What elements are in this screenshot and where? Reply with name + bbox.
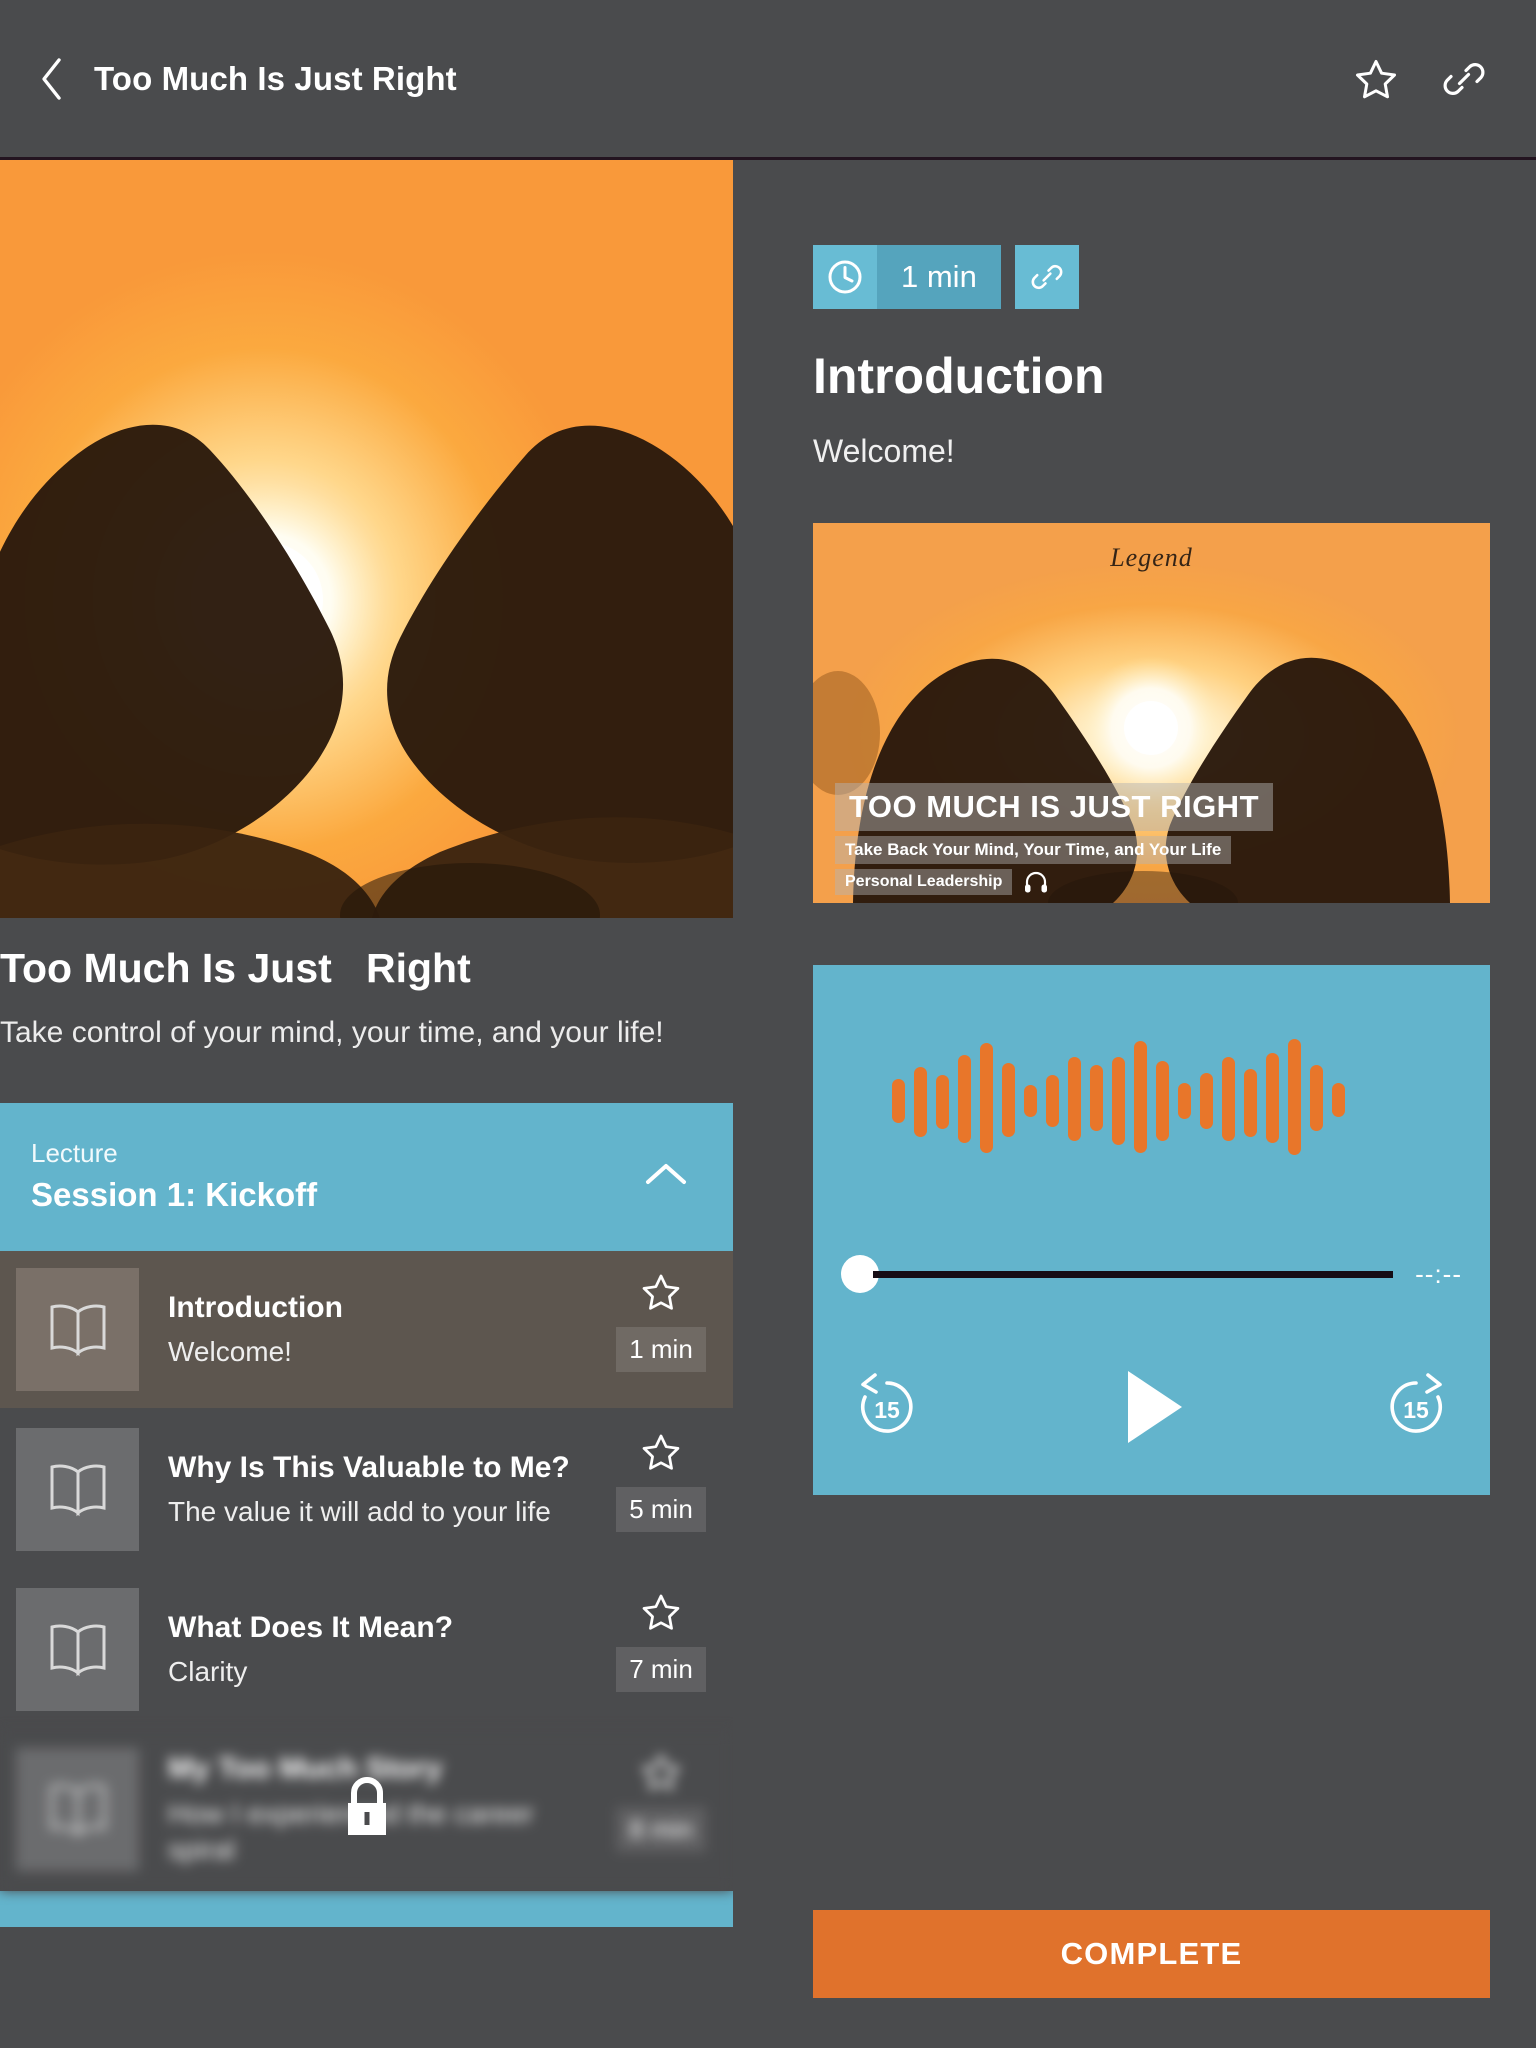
thumbnail-overlay-band: TOO MUCH IS JUST RIGHT Take Back Your Mi… bbox=[835, 783, 1490, 903]
audio-waveform-icon bbox=[813, 1027, 1490, 1167]
next-section-header-peek[interactable] bbox=[0, 1890, 733, 1927]
duration-badge: 5 min bbox=[616, 1486, 706, 1532]
svg-text:15: 15 bbox=[1403, 1397, 1429, 1423]
lesson-description: Welcome! bbox=[168, 1336, 292, 1368]
course-outline-panel[interactable]: Too Much Is Just Right Take control of y… bbox=[0, 160, 733, 2048]
list-item-text: What Does It Mean? Clarity bbox=[139, 1609, 611, 1691]
progress-track[interactable] bbox=[873, 1270, 1394, 1278]
course-subtitle: Take control of your mind, your time, an… bbox=[0, 1016, 664, 1050]
audio-player: --:-- 15 15 bbox=[813, 965, 1490, 1495]
book-icon bbox=[16, 1747, 139, 1871]
duration-badge: 7 min bbox=[616, 1646, 706, 1692]
content-area: Too Much Is Just Right Take control of y… bbox=[0, 160, 1536, 2048]
list-item-meta: 1 min bbox=[611, 1268, 711, 1391]
headphones-icon bbox=[1024, 871, 1048, 893]
star-icon[interactable] bbox=[639, 1748, 683, 1799]
duration-label: 1 min bbox=[877, 245, 1001, 309]
star-icon[interactable] bbox=[1352, 55, 1400, 103]
list-item[interactable]: What Does It Mean? Clarity 7 min bbox=[0, 1570, 733, 1731]
clock-icon bbox=[813, 245, 877, 309]
play-icon[interactable] bbox=[1114, 1365, 1190, 1454]
elapsed-time: --:-- bbox=[1415, 1258, 1462, 1289]
course-title: Too Much Is Just Right bbox=[0, 945, 471, 991]
section-kicker: Lecture bbox=[31, 1138, 118, 1169]
book-icon bbox=[16, 1587, 139, 1711]
top-bar-left-group: Too Much Is Just Right bbox=[0, 56, 1352, 102]
duration-badge: 8 min bbox=[616, 1806, 706, 1852]
lesson-list: Introduction Welcome! 1 min Why Is This … bbox=[0, 1250, 733, 1927]
audio-progress-row[interactable]: --:-- bbox=[813, 1255, 1490, 1293]
list-item-text: My Too Much Story How I experienced the … bbox=[139, 1750, 611, 1868]
lesson-title: My Too Much Story bbox=[168, 1752, 443, 1786]
top-app-bar: Too Much Is Just Right bbox=[0, 0, 1536, 157]
list-item-text: Introduction Welcome! bbox=[139, 1289, 611, 1371]
list-item-meta: 5 min bbox=[611, 1428, 711, 1551]
star-icon[interactable] bbox=[639, 1428, 683, 1479]
lesson-detail-panel: 1 min Introduction Welcome! Legend TOO M… bbox=[733, 160, 1536, 2048]
svg-text:15: 15 bbox=[874, 1397, 900, 1423]
course-hero-image bbox=[0, 160, 733, 918]
lesson-welcome-text: Welcome! bbox=[813, 433, 955, 469]
thumbnail-category: Personal Leadership bbox=[835, 869, 1013, 895]
replay-15-icon[interactable]: 15 bbox=[849, 1369, 925, 1450]
chevron-up-icon[interactable] bbox=[643, 1159, 689, 1194]
list-item[interactable]: Why Is This Valuable to Me? The value it… bbox=[0, 1410, 733, 1571]
lesson-meta-row: 1 min bbox=[733, 160, 1536, 309]
link-icon[interactable] bbox=[1014, 245, 1079, 309]
thumbnail-title: TOO MUCH IS JUST RIGHT bbox=[835, 783, 1274, 831]
star-icon[interactable] bbox=[639, 1268, 683, 1319]
chevron-left-icon[interactable] bbox=[34, 56, 68, 102]
duration-pill: 1 min bbox=[813, 245, 1001, 309]
lesson-thumbnail[interactable]: Legend TOO MUCH IS JUST RIGHT Take Back … bbox=[813, 523, 1490, 903]
book-icon bbox=[16, 1427, 139, 1551]
playback-controls: 15 15 bbox=[813, 1365, 1490, 1454]
section-header-session-1[interactable]: Lecture Session 1: Kickoff bbox=[0, 1102, 733, 1251]
course-player-screen: Too Much Is Just Right Too Much Is Just … bbox=[0, 0, 1536, 2048]
list-item[interactable]: Introduction Welcome! 1 min bbox=[0, 1250, 733, 1411]
brand-logo: Legend bbox=[1110, 543, 1193, 572]
list-item[interactable]: My Too Much Story How I experienced the … bbox=[0, 1730, 733, 1891]
link-icon[interactable] bbox=[1440, 55, 1488, 103]
thumbnail-subtitle: Take Back Your Mind, Your Time, and Your… bbox=[835, 836, 1232, 864]
lesson-title: Why Is This Valuable to Me? bbox=[168, 1450, 570, 1484]
book-icon bbox=[16, 1267, 139, 1391]
lesson-title: Introduction bbox=[168, 1290, 343, 1324]
top-bar-actions bbox=[1352, 55, 1536, 103]
star-icon[interactable] bbox=[639, 1588, 683, 1639]
section-name: Session 1: Kickoff bbox=[31, 1175, 318, 1213]
locked-list-item-wrapper[interactable]: My Too Much Story How I experienced the … bbox=[0, 1730, 733, 1891]
section-header-labels: Lecture Session 1: Kickoff bbox=[31, 1137, 317, 1216]
list-item-meta: 8 min bbox=[611, 1748, 711, 1871]
list-item-text: Why Is This Valuable to Me? The value it… bbox=[139, 1449, 611, 1531]
list-item-meta: 7 min bbox=[611, 1588, 711, 1711]
forward-15-icon[interactable]: 15 bbox=[1378, 1369, 1454, 1450]
page-title: Too Much Is Just Right bbox=[94, 59, 457, 97]
thumbnail-category-row: Personal Leadership bbox=[835, 869, 1490, 895]
duration-badge: 1 min bbox=[616, 1326, 706, 1372]
lesson-title: What Does It Mean? bbox=[168, 1610, 454, 1644]
lesson-heading: Introduction bbox=[813, 348, 1105, 404]
lesson-description: The value it will add to your life bbox=[168, 1496, 551, 1528]
complete-button[interactable]: COMPLETE bbox=[813, 1910, 1490, 1998]
course-text-block: Too Much Is Just Right Take control of y… bbox=[0, 918, 733, 1055]
lesson-description: How I experienced the career spiral bbox=[168, 1797, 534, 1866]
lesson-description: Clarity bbox=[168, 1656, 248, 1688]
